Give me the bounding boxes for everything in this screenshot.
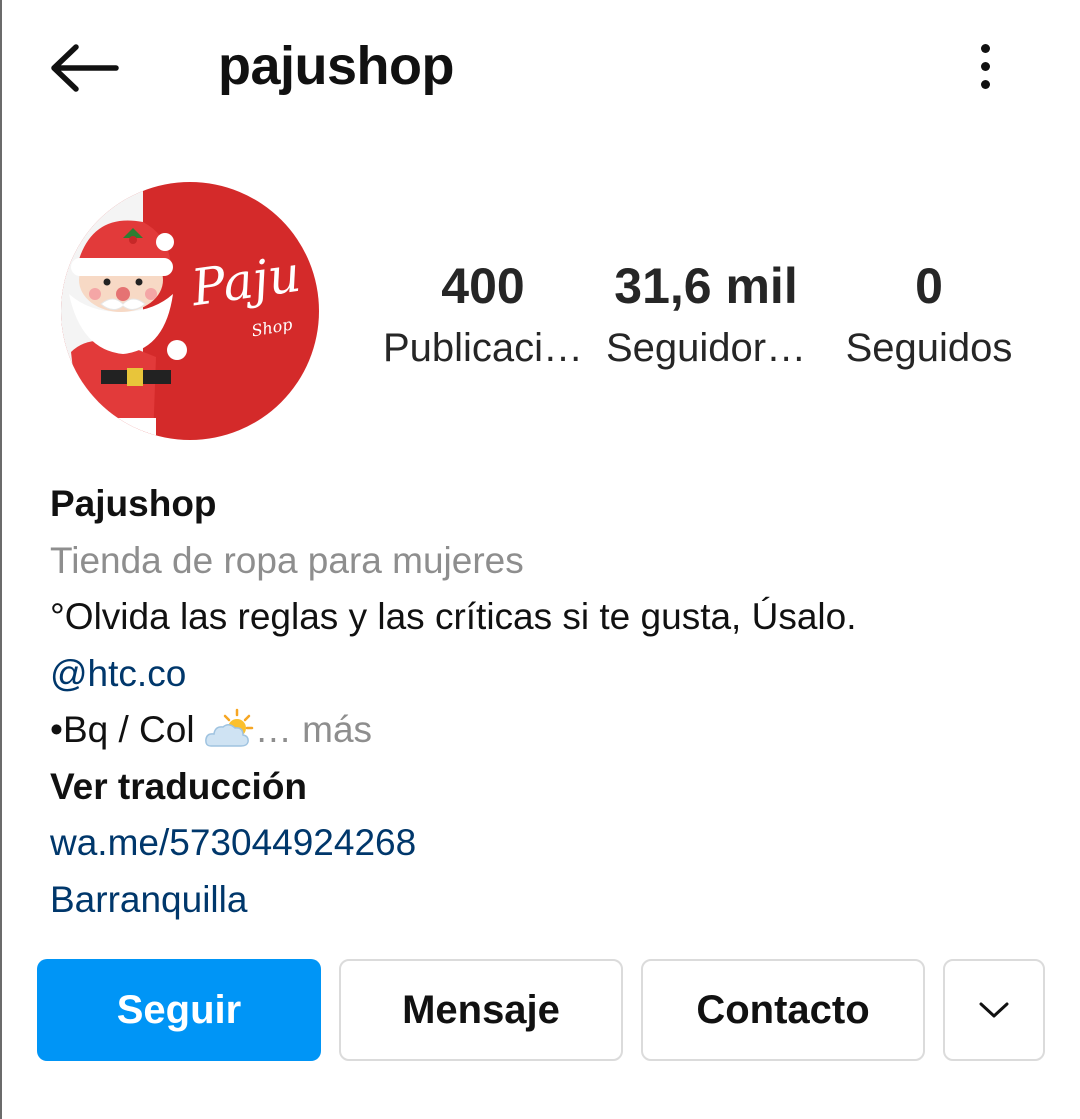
posts-label: Publicaci… <box>382 326 584 370</box>
profile-bio: Pajushop Tienda de ropa para mujeres °Ol… <box>50 476 1050 928</box>
location-link[interactable]: Barranquilla <box>50 872 247 929</box>
back-button[interactable] <box>46 38 122 98</box>
profile-display-name: Pajushop <box>50 483 217 524</box>
window-edge <box>0 0 2 1119</box>
more-vertical-icon <box>980 43 990 53</box>
stat-following[interactable]: 0 Seguidos <box>834 256 1024 374</box>
following-count: 0 <box>915 258 943 314</box>
sun-behind-cloud-icon <box>204 708 254 747</box>
profile-avatar[interactable]: Paju Shop <box>61 182 319 440</box>
posts-count: 400 <box>441 258 525 314</box>
profile-category: Tienda de ropa para mujeres <box>50 539 524 581</box>
bio-more-link[interactable]: … más <box>255 709 372 750</box>
see-translation-link[interactable]: Ver traducción <box>50 759 307 816</box>
more-vertical-icon-dot <box>980 79 990 89</box>
stat-followers[interactable]: 31,6 mil Seguidor… <box>606 256 806 374</box>
contact-button[interactable]: Contacto <box>641 959 925 1061</box>
follow-button-label: Seguir <box>116 987 242 1032</box>
bio-line: °Olvida las reglas y las críticas si te … <box>50 596 857 637</box>
followers-label: Seguidor… <box>606 326 807 370</box>
bio-mention-link[interactable]: @htc.co <box>50 646 186 703</box>
website-link[interactable]: wa.me/573044924268 <box>50 815 416 872</box>
stat-posts[interactable]: 400 Publicaci… <box>382 256 584 374</box>
arrow-left-icon <box>51 44 119 92</box>
following-label: Seguidos <box>845 326 1013 370</box>
profile-username: pajushop <box>218 36 455 96</box>
follow-button[interactable]: Seguir <box>37 959 321 1061</box>
more-options-button[interactable] <box>960 36 1010 96</box>
bio-line-text: •Bq / Col <box>50 709 205 750</box>
chevron-down-icon <box>979 1002 1009 1018</box>
message-button-label: Mensaje <box>402 987 560 1032</box>
bio-line-location: •Bq / Col … más <box>50 702 1050 759</box>
contact-button-label: Contacto <box>696 987 870 1032</box>
followers-count: 31,6 mil <box>614 258 798 314</box>
more-vertical-icon-dot <box>980 61 990 71</box>
suggested-accounts-button[interactable] <box>943 959 1045 1061</box>
message-button[interactable]: Mensaje <box>339 959 623 1061</box>
